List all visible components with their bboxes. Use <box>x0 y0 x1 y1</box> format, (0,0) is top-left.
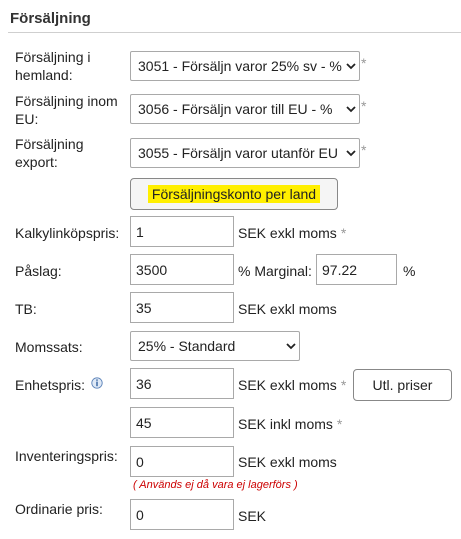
vat-label: Momssats: <box>15 339 83 355</box>
eu-account-value: 3056 - Försäljn varor till EU - % <box>138 101 333 117</box>
vat-select[interactable]: 25% - Standard <box>130 331 300 361</box>
markup-label: Påslag: <box>15 263 62 279</box>
regular-price-input[interactable]: 0 <box>130 499 234 530</box>
eu-account-select[interactable]: 3056 - Försäljn varor till EU - % <box>130 94 360 124</box>
export-account-value: 3055 - Försäljn varor utanför EU <box>138 145 338 161</box>
unit-price-excl-input[interactable]: 36 <box>130 368 234 399</box>
cost-price-unit: SEK exkl moms * <box>238 225 347 241</box>
vat-value: 25% - Standard <box>138 338 236 354</box>
regular-price-label: Ordinarie pris: <box>15 501 103 517</box>
unit-price-incl-input[interactable]: 45 <box>130 407 234 438</box>
gross-profit-input[interactable]: 35 <box>130 292 234 323</box>
margin-unit: % <box>403 263 416 279</box>
domestic-account-label: Försäljning i hemland: <box>15 49 91 83</box>
eu-account-label: Försäljning inom EU: <box>15 93 118 127</box>
inventory-price-label: Inventeringspris: <box>15 448 118 464</box>
export-account-label: Försäljning export: <box>15 136 84 170</box>
unit-price-label: Enhetspris: <box>15 377 86 393</box>
required-mark: * <box>361 142 367 158</box>
export-account-select[interactable]: 3055 - Försäljn varor utanför EU <box>130 138 360 168</box>
inventory-price-input[interactable]: 0 <box>130 446 234 477</box>
unit-price-excl-unit: SEK exkl moms * <box>238 377 347 393</box>
required-mark: * <box>340 377 347 393</box>
section-title: Försäljning <box>10 10 91 27</box>
inventory-note: ( Används ej då vara ej lagerförs ) <box>133 479 298 491</box>
account-per-country-label: Försäljningskonto per land <box>147 185 321 203</box>
unit-price-incl-unit: SEK inkl moms * <box>238 416 343 432</box>
gross-profit-unit: SEK exkl moms <box>238 301 337 317</box>
chevron-down-icon <box>283 332 299 360</box>
cost-price-label: Kalkylinköpspris: <box>15 225 120 241</box>
section-divider <box>8 32 461 33</box>
chevron-down-icon <box>343 139 359 167</box>
required-mark: * <box>361 98 367 114</box>
regular-price-unit: SEK <box>238 508 267 524</box>
required-mark: * <box>340 225 347 241</box>
margin-input[interactable]: 97.22 <box>316 254 397 285</box>
info-icon[interactable] <box>91 377 103 389</box>
inventory-price-unit: SEK exkl moms <box>238 454 337 470</box>
domestic-account-select[interactable]: 3051 - Försäljn varor 25% sv - % <box>130 51 360 81</box>
cost-price-input[interactable]: 1 <box>130 216 234 247</box>
domestic-account-value: 3051 - Försäljn varor 25% sv - % <box>138 58 342 74</box>
markup-input[interactable]: 3500 <box>130 254 234 285</box>
chevron-down-icon <box>343 95 359 123</box>
section-header: Försäljning <box>0 0 461 34</box>
foreign-prices-button[interactable]: Utl. priser <box>353 369 452 401</box>
required-mark: * <box>336 416 343 432</box>
account-per-country-button[interactable]: Försäljningskonto per land <box>130 178 338 210</box>
margin-label: % Marginal: <box>238 263 312 279</box>
gross-profit-label: TB: <box>15 301 37 317</box>
required-mark: * <box>361 55 367 71</box>
chevron-down-icon <box>343 52 359 80</box>
